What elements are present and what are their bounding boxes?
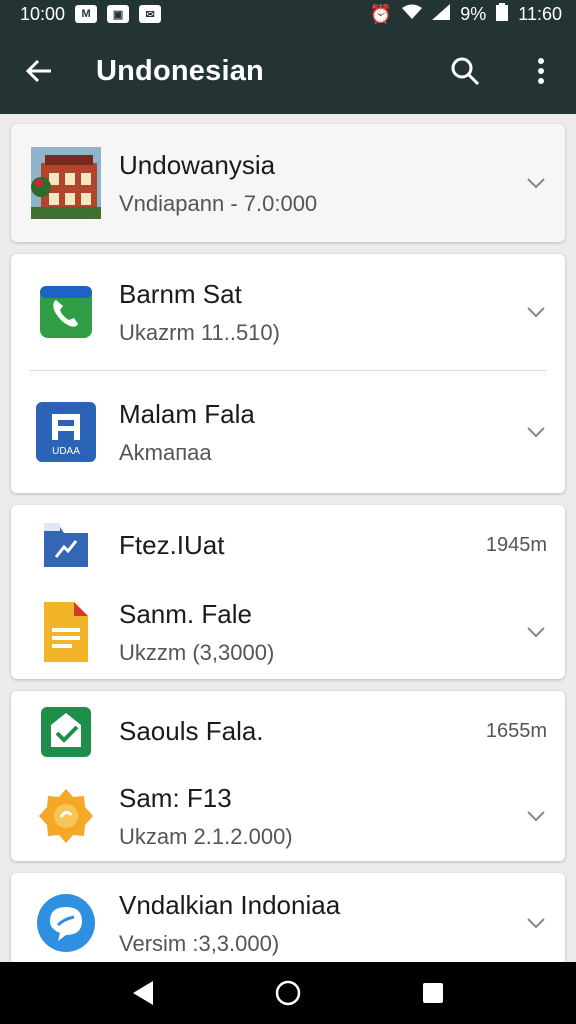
list-card[interactable]: Barnm Sat Ukazrm 11..510) UDAA Malam Fal… [11, 254, 565, 493]
item-size: 1945m [485, 533, 547, 556]
nav-back-icon[interactable] [123, 973, 163, 1013]
nav-home-icon[interactable] [268, 973, 308, 1013]
status-time-left: 10:00 [20, 3, 66, 24]
list-item[interactable]: Sanm. Fale Ukzzm (3,3000) [11, 585, 565, 679]
signal-icon [432, 3, 451, 25]
notification-icon: ▣ [107, 5, 130, 23]
chevron-down-icon[interactable] [525, 172, 547, 194]
item-subtitle: Akmaпaa [119, 439, 212, 465]
message-icon: ✉ [139, 5, 162, 23]
list-card[interactable]: Saouls Fala. 1655m Sam: F13 Ukzam 2.1.2.… [11, 691, 565, 861]
app-bar: Undonesian [0, 28, 576, 114]
item-name: Sam: F13 [119, 782, 232, 813]
back-arrow-icon[interactable] [24, 56, 54, 86]
battery-icon [496, 2, 509, 26]
notification-icon: M [75, 5, 98, 23]
chevron-down-icon[interactable] [525, 301, 547, 323]
item-name: Undowanysia [119, 149, 276, 180]
item-size: 1655m [485, 719, 547, 742]
chevron-down-icon[interactable] [525, 421, 547, 443]
item-subtitle: Versim :3,3.000) [119, 930, 280, 956]
list-item[interactable]: Barnm Sat Ukazrm 11..510) [11, 254, 565, 370]
phone-icon [31, 277, 101, 347]
list-item[interactable]: Saouls Fala. 1655m [11, 691, 565, 771]
list-card[interactable]: Ftez.IUat 1945m Sanm. Fale Ukzzm (3,3000… [11, 505, 565, 679]
chat-bubble-icon [31, 888, 101, 958]
document-icon [31, 597, 101, 667]
alarm-icon: ⏰ [369, 3, 393, 24]
search-icon[interactable] [450, 56, 480, 86]
more-vert-icon[interactable] [526, 56, 556, 86]
app-list[interactable]: Undowanysia Vndiapann - 7.0:000 Barnm Sa… [0, 114, 576, 962]
book-icon: UDAA [31, 397, 101, 467]
item-name: Sanm. Fale [119, 598, 252, 629]
system-nav-bar [0, 962, 576, 1024]
folder-chart-icon [31, 510, 101, 580]
list-item[interactable]: Sam: F13 Ukzam 2.1.2.000) [11, 771, 565, 861]
list-card[interactable]: Undowanysia Vndiapann - 7.0:000 [11, 124, 565, 242]
green-check-icon [31, 696, 101, 766]
page-title: Undonesian [96, 54, 264, 87]
badge-icon [31, 781, 101, 851]
item-subtitle: Ukazrm 11..510) [119, 319, 280, 345]
chevron-down-icon[interactable] [525, 621, 547, 643]
status-time-right: 11:60 [518, 3, 562, 24]
item-name: Malam Fala [119, 398, 255, 429]
chevron-down-icon[interactable] [525, 912, 547, 934]
item-name: Barnm Sat [119, 278, 242, 309]
nav-recents-icon[interactable] [413, 973, 453, 1013]
list-item[interactable]: Vndalkian Indoniaa Versim :3,3.000) [11, 873, 565, 962]
chevron-down-icon[interactable] [525, 805, 547, 827]
status-bar: 10:00 M ▣ ✉ ⏰ 9% 11:60 [0, 0, 576, 28]
building-photo-icon [31, 147, 101, 219]
wifi-icon [402, 4, 423, 25]
battery-percent: 9% [460, 3, 487, 24]
item-subtitle: Ukzzm (3,3000) [119, 639, 275, 665]
list-item[interactable]: UDAA Malam Fala Akmaпaa [11, 371, 565, 493]
list-card[interactable]: Vndalkian Indoniaa Versim :3,3.000) [11, 873, 565, 962]
item-name: Vndalkian Indoniaa [119, 889, 341, 920]
item-subtitle: Ukzam 2.1.2.000) [119, 823, 293, 849]
item-subtitle: Vndiapann - 7.0:000 [119, 190, 318, 216]
list-item[interactable]: Ftez.IUat 1945m [11, 505, 565, 585]
list-item[interactable]: Undowanysia Vndiapann - 7.0:000 [11, 124, 565, 242]
svg-text:UDAA: UDAA [52, 446, 80, 457]
